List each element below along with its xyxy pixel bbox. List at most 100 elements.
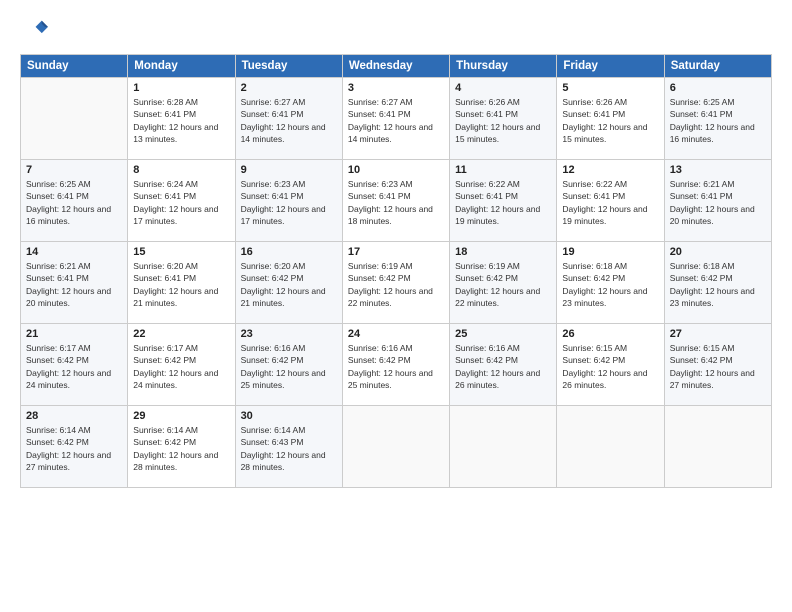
- day-number: 30: [241, 410, 337, 422]
- day-info: Sunrise: 6:27 AMSunset: 6:41 PMDaylight:…: [348, 96, 444, 145]
- day-info: Sunrise: 6:19 AMSunset: 6:42 PMDaylight:…: [348, 260, 444, 309]
- calendar-cell: 16 Sunrise: 6:20 AMSunset: 6:42 PMDayligh…: [235, 242, 342, 324]
- day-number: 8: [133, 164, 229, 176]
- weekday-header-thursday: Thursday: [450, 55, 557, 78]
- day-number: 29: [133, 410, 229, 422]
- day-number: 15: [133, 246, 229, 258]
- calendar-cell: 2 Sunrise: 6:27 AMSunset: 6:41 PMDaylight…: [235, 78, 342, 160]
- day-number: 6: [670, 82, 766, 94]
- day-number: 22: [133, 328, 229, 340]
- day-info: Sunrise: 6:27 AMSunset: 6:41 PMDaylight:…: [241, 96, 337, 145]
- calendar-cell: 28Sunrise: 6:14 AMSunset: 6:42 PMDayligh…: [21, 406, 128, 488]
- calendar-week-5: 28 Sunrise: 6:14 AMSunset: 6:42 PMDayligh…: [21, 406, 772, 488]
- day-info: Sunrise: 6:22 AMSunset: 6:41 PMDaylight:…: [562, 178, 658, 227]
- calendar-table: SundayMondayTuesdayWednesdayThursdayFrid…: [20, 54, 772, 488]
- day-info: Sunrise: 6:28 AMSunset: 6:41 PMDaylight:…: [133, 96, 229, 145]
- day-info: Sunrise: 6:17 AMSunset: 6:42 PMDaylight:…: [133, 342, 229, 391]
- calendar-cell: [664, 406, 771, 488]
- day-number: 25: [455, 328, 551, 340]
- day-number: 5: [562, 82, 658, 94]
- calendar-cell: 7Sunrise: 6:25 AMSunset: 6:41 PMDaylight…: [21, 160, 128, 242]
- day-info: Sunrise: 6:16 AMSunset: 6:42 PMDaylight:…: [348, 342, 444, 391]
- calendar-cell: 30 Sunrise: 6:14 AMSunset: 6:43 PMDayligh…: [235, 406, 342, 488]
- calendar-cell: 9 Sunrise: 6:23 AMSunset: 6:41 PMDaylight…: [235, 160, 342, 242]
- calendar-cell: 12 Sunrise: 6:22 AMSunset: 6:41 PMDayligh…: [557, 160, 664, 242]
- day-info: Sunrise: 6:22 AMSunset: 6:41 PMDaylight:…: [455, 178, 551, 227]
- day-info: Sunrise: 6:16 AMSunset: 6:42 PMDaylight:…: [241, 342, 337, 391]
- calendar-cell: 13Sunrise: 6:21 AMSunset: 6:41 PMDayligh…: [664, 160, 771, 242]
- calendar-cell: [342, 406, 449, 488]
- day-number: 11: [455, 164, 551, 176]
- day-number: 18: [455, 246, 551, 258]
- calendar-header-row: SundayMondayTuesdayWednesdayThursdayFrid…: [21, 55, 772, 78]
- weekday-header-friday: Friday: [557, 55, 664, 78]
- calendar-cell: 14 Sunrise: 6:21 AMSunset: 6:41 PMDayligh…: [21, 242, 128, 324]
- calendar-cell: 21Sunrise: 6:17 AMSunset: 6:42 PMDayligh…: [21, 324, 128, 406]
- day-info: Sunrise: 6:19 AMSunset: 6:42 PMDaylight:…: [455, 260, 551, 309]
- calendar-cell: 11 Sunrise: 6:22 AMSunset: 6:41 PMDayligh…: [450, 160, 557, 242]
- calendar-cell: 22 Sunrise: 6:17 AMSunset: 6:42 PMDayligh…: [128, 324, 235, 406]
- calendar-cell: 5Sunrise: 6:26 AMSunset: 6:41 PMDaylight…: [557, 78, 664, 160]
- day-number: 10: [348, 164, 444, 176]
- weekday-header-wednesday: Wednesday: [342, 55, 449, 78]
- calendar-cell: 6 Sunrise: 6:25 AMSunset: 6:41 PMDaylight…: [664, 78, 771, 160]
- day-info: Sunrise: 6:23 AMSunset: 6:41 PMDaylight:…: [241, 178, 337, 227]
- day-number: 2: [241, 82, 337, 94]
- day-info: Sunrise: 6:23 AMSunset: 6:41 PMDaylight:…: [348, 178, 444, 227]
- day-number: 27: [670, 328, 766, 340]
- day-number: 28: [26, 410, 122, 422]
- day-number: 1: [133, 82, 229, 94]
- day-number: 17: [348, 246, 444, 258]
- day-info: Sunrise: 6:18 AMSunset: 6:42 PMDaylight:…: [562, 260, 658, 309]
- calendar-week-3: 14 Sunrise: 6:21 AMSunset: 6:41 PMDayligh…: [21, 242, 772, 324]
- day-info: Sunrise: 6:26 AMSunset: 6:41 PMDaylight:…: [455, 96, 551, 145]
- day-info: Sunrise: 6:17 AMSunset: 6:42 PMDaylight:…: [26, 342, 122, 391]
- day-number: 14: [26, 246, 122, 258]
- day-number: 19: [562, 246, 658, 258]
- day-number: 23: [241, 328, 337, 340]
- calendar-cell: 18 Sunrise: 6:19 AMSunset: 6:42 PMDayligh…: [450, 242, 557, 324]
- calendar-cell: 15 Sunrise: 6:20 AMSunset: 6:41 PMDayligh…: [128, 242, 235, 324]
- calendar-cell: 1 Sunrise: 6:28 AMSunset: 6:41 PMDaylight…: [128, 78, 235, 160]
- calendar-week-4: 21Sunrise: 6:17 AMSunset: 6:42 PMDayligh…: [21, 324, 772, 406]
- calendar-cell: 10 Sunrise: 6:23 AMSunset: 6:41 PMDayligh…: [342, 160, 449, 242]
- weekday-header-saturday: Saturday: [664, 55, 771, 78]
- weekday-header-sunday: Sunday: [21, 55, 128, 78]
- day-number: 26: [562, 328, 658, 340]
- calendar-cell: 17 Sunrise: 6:19 AMSunset: 6:42 PMDayligh…: [342, 242, 449, 324]
- day-number: 13: [670, 164, 766, 176]
- calendar-cell: 20Sunrise: 6:18 AMSunset: 6:42 PMDayligh…: [664, 242, 771, 324]
- weekday-header-monday: Monday: [128, 55, 235, 78]
- day-info: Sunrise: 6:14 AMSunset: 6:43 PMDaylight:…: [241, 424, 337, 473]
- day-info: Sunrise: 6:24 AMSunset: 6:41 PMDaylight:…: [133, 178, 229, 227]
- page: SundayMondayTuesdayWednesdayThursdayFrid…: [0, 0, 792, 612]
- day-info: Sunrise: 6:16 AMSunset: 6:42 PMDaylight:…: [455, 342, 551, 391]
- calendar-cell: 4 Sunrise: 6:26 AMSunset: 6:41 PMDaylight…: [450, 78, 557, 160]
- header: [20, 16, 772, 44]
- calendar-cell: 19 Sunrise: 6:18 AMSunset: 6:42 PMDayligh…: [557, 242, 664, 324]
- day-info: Sunrise: 6:14 AMSunset: 6:42 PMDaylight:…: [133, 424, 229, 473]
- day-info: Sunrise: 6:25 AMSunset: 6:41 PMDaylight:…: [26, 178, 122, 227]
- day-number: 16: [241, 246, 337, 258]
- day-info: Sunrise: 6:20 AMSunset: 6:42 PMDaylight:…: [241, 260, 337, 309]
- calendar-cell: 27Sunrise: 6:15 AMSunset: 6:42 PMDayligh…: [664, 324, 771, 406]
- day-info: Sunrise: 6:15 AMSunset: 6:42 PMDaylight:…: [562, 342, 658, 391]
- calendar-cell: [450, 406, 557, 488]
- calendar-cell: 8 Sunrise: 6:24 AMSunset: 6:41 PMDaylight…: [128, 160, 235, 242]
- calendar-week-1: 1 Sunrise: 6:28 AMSunset: 6:41 PMDaylight…: [21, 78, 772, 160]
- day-info: Sunrise: 6:21 AMSunset: 6:41 PMDaylight:…: [26, 260, 122, 309]
- day-number: 9: [241, 164, 337, 176]
- logo-icon: [20, 16, 48, 44]
- calendar-week-2: 7Sunrise: 6:25 AMSunset: 6:41 PMDaylight…: [21, 160, 772, 242]
- calendar-cell: [21, 78, 128, 160]
- calendar-cell: 26 Sunrise: 6:15 AMSunset: 6:42 PMDayligh…: [557, 324, 664, 406]
- day-info: Sunrise: 6:20 AMSunset: 6:41 PMDaylight:…: [133, 260, 229, 309]
- day-number: 4: [455, 82, 551, 94]
- day-number: 12: [562, 164, 658, 176]
- day-info: Sunrise: 6:18 AMSunset: 6:42 PMDaylight:…: [670, 260, 766, 309]
- day-number: 3: [348, 82, 444, 94]
- logo: [20, 16, 52, 44]
- calendar-cell: 3 Sunrise: 6:27 AMSunset: 6:41 PMDaylight…: [342, 78, 449, 160]
- day-info: Sunrise: 6:25 AMSunset: 6:41 PMDaylight:…: [670, 96, 766, 145]
- day-number: 24: [348, 328, 444, 340]
